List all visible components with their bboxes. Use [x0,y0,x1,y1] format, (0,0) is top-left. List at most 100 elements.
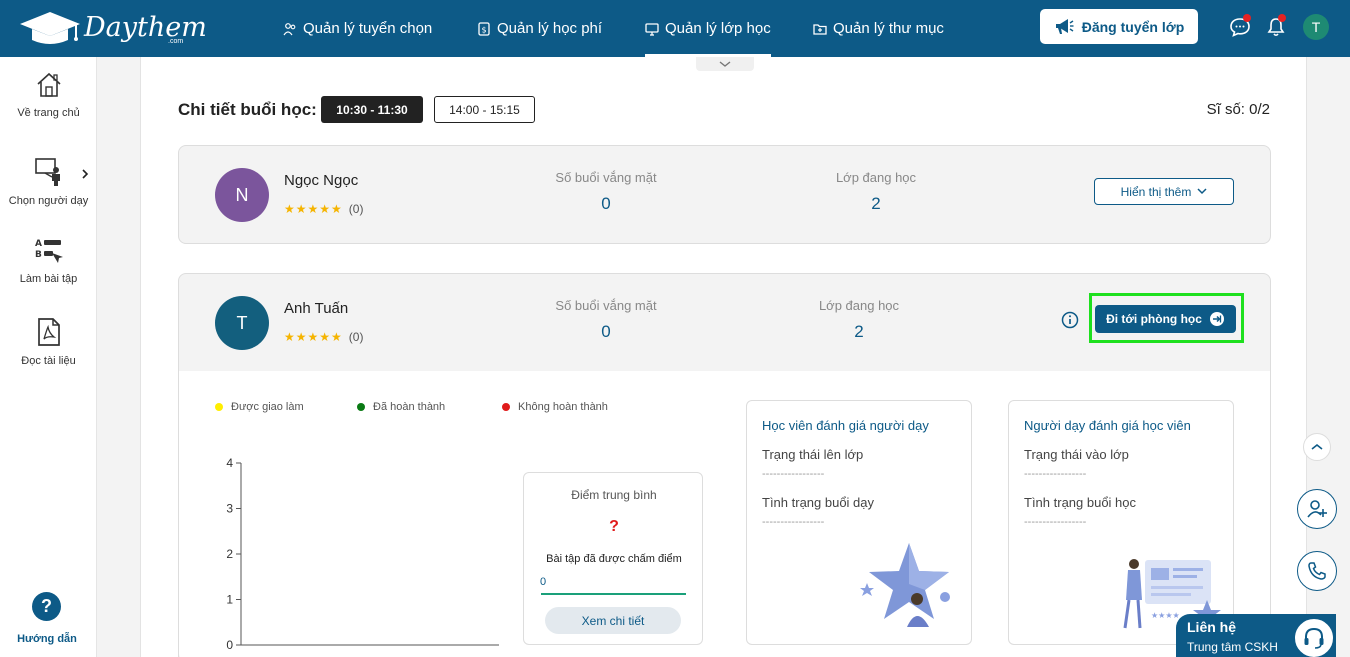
headset-icon [1304,627,1324,649]
student-card-expanded: T Anh Tuấn ★★★★★ (0) Số buổi vắng mặt 0 L… [178,273,1271,657]
help-button[interactable]: ? [32,592,61,621]
legend-item: Đã hoàn thành [357,401,445,413]
add-contact-button[interactable] [1297,489,1337,529]
classes-value: 2 [871,194,881,213]
sidebar-item-label: Về trang chủ [17,107,80,119]
exercise-chart: 4 3 2 1 0 [226,456,499,652]
collapse-toggle[interactable] [696,57,754,71]
rating-value: ----------------- [1024,516,1087,528]
rating-count: (0) [348,202,364,216]
nav-label: Quản lý thư mục [833,20,944,37]
sidebar-item-choose-teacher[interactable]: Chọn người dạy [0,157,97,207]
contact-widget[interactable]: Liên hệ Trung tâm CSKH [1176,614,1336,657]
top-navbar: Daythem .com Quản lý tuyển chọn $ Quản l… [0,0,1350,57]
rating-stars: ★★★★★ (0) [284,330,363,344]
y-tick-label: 2 [226,547,233,561]
legend-dot [357,403,365,411]
nav-recruitment[interactable]: Quản lý tuyển chọn [283,0,432,57]
sidebar-item-label: Chọn người dạy [8,195,89,207]
nav-folder[interactable]: Quản lý thư mục [813,0,944,57]
rating-title: Học viên đánh giá người dạy [762,418,929,433]
star-illustration [860,543,950,627]
chevron-up-icon [1311,443,1323,450]
chevron-right-icon[interactable] [81,169,89,179]
rating-label: Tình trạng buổi dạy [762,495,875,510]
rating-stars: ★★★★★ (0) [284,202,363,216]
user-avatar[interactable]: T [1303,14,1329,40]
people-icon [283,22,296,35]
nav-label: Quản lý tuyển chọn [303,20,433,37]
average-score-title: Điểm trung bình [571,488,657,502]
nav-label: Quản lý lớp học [665,20,771,37]
absent-value: 0 [601,322,611,341]
logo-sub: .com [168,38,184,45]
average-score-box: Điểm trung bình ? Bài tập đã được chấm đ… [523,472,703,645]
sidebar-item-label: Làm bài tập [19,273,78,285]
rating-label: Trạng thái lên lớp [762,447,864,462]
svg-text:B: B [35,250,42,260]
notification-badge [1278,14,1286,22]
headset-badge [1293,617,1335,657]
nav-classroom[interactable]: Quản lý lớp học [645,0,771,57]
y-tick-label: 1 [226,593,233,607]
classes-label: Lớp đang học [818,298,900,313]
svg-text:★★★★: ★★★★ [1151,611,1180,620]
student-name: Anh Tuấn [284,300,349,317]
nav-tuition[interactable]: $ Quản lý học phí [477,0,602,57]
legend-label: Không hoàn thành [518,401,608,413]
star-icons: ★★★★★ [284,202,343,216]
exercise-icon: AB [35,239,63,263]
classroom-icon [645,22,659,36]
student-name: Ngọc Ngọc [284,172,359,189]
teacher-rates-student-box: Người dạy đánh giá học viên Trạng thái v… [1008,400,1234,645]
logo-text: Daythem [84,12,207,43]
chart-axis [240,463,499,646]
scroll-top-button[interactable] [1303,433,1331,461]
absent-label: Số buổi vắng mặt [555,170,657,185]
graduation-cap-icon [20,12,80,44]
info-icon[interactable] [1061,311,1079,329]
absent-label: Số buổi vắng mặt [555,298,657,313]
legend-item: Được giao làm [215,401,304,413]
session-title: Chi tiết buổi học: [178,100,317,119]
rating-value: ----------------- [1024,468,1087,480]
call-button[interactable] [1297,551,1337,591]
phone-icon [1308,562,1326,580]
slot-tab-active[interactable]: 10:30 - 11:30 [321,96,423,123]
legend-dot [502,403,510,411]
svg-text:$: $ [481,25,486,34]
graded-label: Bài tập đã được chấm điểm [546,553,682,565]
student-avatar: N [215,168,269,222]
legend-dot [215,403,223,411]
legend-item: Không hoàn thành [502,401,608,413]
post-class-button[interactable]: Đăng tuyển lớp [1040,9,1198,44]
sidebar-item-label: Đọc tài liệu [21,355,76,367]
student-card: N Ngọc Ngọc ★★★★★ (0) Số buổi vắng mặt 0 … [178,145,1271,244]
view-detail-button[interactable]: Xem chi tiết [545,607,681,634]
highlight-box: Đi tới phòng học [1089,293,1244,343]
legend-label: Được giao làm [231,401,304,413]
help-label[interactable]: Hướng dẫn [0,633,94,645]
chevron-down-icon [719,61,731,67]
y-tick-label: 0 [226,638,233,652]
sidebar: Về trang chủ Chọn người dạy AB Làm bài t… [0,57,97,657]
sidebar-item-documents[interactable]: Đọc tài liệu [0,317,97,367]
y-tick-label: 3 [226,502,233,516]
star-icons: ★★★★★ [284,330,343,344]
logo[interactable]: Daythem .com [18,8,207,50]
student-avatar: T [215,296,269,350]
go-to-classroom-button[interactable]: Đi tới phòng học [1095,305,1236,333]
show-more-button[interactable]: Hiển thị thêm [1094,178,1234,205]
graded-underline [541,593,686,595]
rating-title: Người dạy đánh giá học viên [1024,418,1191,433]
sidebar-item-home[interactable]: Về trang chủ [0,71,97,119]
fee-icon: $ [478,21,490,36]
show-more-label: Hiển thị thêm [1120,184,1192,199]
sidebar-item-exercise[interactable]: AB Làm bài tập [0,237,97,285]
legend-label: Đã hoàn thành [373,401,446,413]
nav-label: Quản lý học phí [497,20,603,37]
svg-text:A: A [35,239,42,249]
chevron-down-icon [1197,188,1207,195]
absent-value: 0 [601,194,611,213]
slot-tab[interactable]: 14:00 - 15:15 [434,96,535,123]
